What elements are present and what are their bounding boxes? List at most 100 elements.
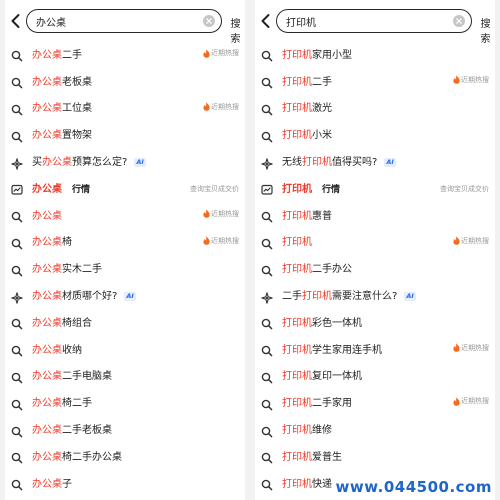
- search-icon: [261, 449, 273, 464]
- suggestion-item[interactable]: 办公桌椅组合: [5, 308, 245, 335]
- suggestion-item[interactable]: 打印机惠普: [255, 201, 495, 228]
- suggestion-keyword: 打印机: [282, 478, 312, 490]
- suggestion-keyword: 办公桌: [32, 130, 62, 142]
- suggestion-item[interactable]: 打印机激光: [255, 94, 495, 121]
- suggestion-item[interactable]: 办公桌椅二手办公桌: [5, 442, 245, 469]
- watermark: www.044500.com: [335, 478, 492, 496]
- suggestion-item[interactable]: 办公桌实木二手: [5, 254, 245, 281]
- search-icon: [11, 208, 23, 223]
- suggestion-item[interactable]: 打印机 行情 查询宝贝成交价: [255, 174, 495, 201]
- search-input[interactable]: [36, 14, 186, 28]
- suggestion-item[interactable]: 打印机学生家用连手机 近期热搜: [255, 335, 495, 362]
- back-arrow-icon[interactable]: [259, 13, 273, 29]
- suggestion-item[interactable]: 办公桌二手 近期热搜: [5, 40, 245, 67]
- suggestion-item[interactable]: 打印机家用小型: [255, 40, 495, 67]
- hot-search-label: 近期热搜: [211, 49, 239, 57]
- suggestion-suffix: 二手: [62, 49, 82, 61]
- suggestion-keyword: 打印机: [282, 371, 312, 383]
- suggestion-keyword: 办公桌: [32, 425, 62, 437]
- suggestion-item[interactable]: 办公桌收纳: [5, 335, 245, 362]
- suggestion-text: 办公桌椅: [32, 233, 72, 248]
- suggestion-keyword: 办公桌: [32, 264, 62, 276]
- search-icon: [261, 47, 273, 62]
- flame-icon: [453, 343, 460, 353]
- suggestion-item[interactable]: 打印机 近期热搜: [255, 228, 495, 255]
- hot-search-label: 近期热搜: [461, 343, 489, 352]
- ai-badge: AI: [404, 292, 416, 302]
- suggestion-keyword: 打印机: [302, 291, 332, 303]
- suggestion-item[interactable]: 打印机彩色一体机: [255, 308, 495, 335]
- suggestion-item[interactable]: 办公桌置物架: [5, 120, 245, 147]
- flame-icon: [453, 397, 460, 406]
- suggestion-item[interactable]: 办公桌椅 近期热搜: [5, 228, 245, 255]
- suggestion-keyword: 打印机: [282, 49, 312, 61]
- suggestion-item[interactable]: 二手打印机需要注意什么? AI: [255, 281, 495, 308]
- clear-icon[interactable]: [203, 15, 215, 27]
- suggestion-keyword: 打印机: [282, 76, 312, 88]
- suggestion-prefix: 买: [32, 157, 42, 169]
- suggestion-prefix: 二手: [282, 291, 302, 303]
- suggestion-text: 办公桌二手电脑桌: [32, 367, 112, 382]
- suggestion-suffix: 快递: [312, 478, 332, 490]
- search-icon: [11, 396, 23, 411]
- suggestion-item[interactable]: 无线打印机值得买吗? AI: [255, 147, 495, 174]
- hot-search-label: 近期热搜: [461, 397, 489, 406]
- suggestion-keyword: 办公桌: [32, 210, 62, 222]
- suggestion-text: 打印机家用小型: [282, 46, 352, 61]
- search-icon: [11, 449, 23, 464]
- suggestion-item[interactable]: 打印机维修: [255, 415, 495, 442]
- suggestion-text: 打印机二手办公: [282, 260, 352, 275]
- clear-icon[interactable]: [453, 15, 465, 27]
- suggestion-keyword: 打印机: [282, 425, 312, 437]
- suggestion-keyword: 办公桌: [32, 291, 62, 303]
- search-box[interactable]: [26, 9, 222, 33]
- suggestion-text: 办公桌二手老板桌: [32, 421, 112, 436]
- suggestion-item[interactable]: 办公桌子: [5, 469, 245, 496]
- suggestion-item[interactable]: 办公桌 行情 查询宝贝成交价: [5, 174, 245, 201]
- suggestion-item[interactable]: 打印机二手家用 近期热搜: [255, 388, 495, 415]
- search-input[interactable]: [286, 14, 436, 28]
- suggestion-list: 办公桌二手 近期热搜 办公桌老板桌 办公桌工位桌 近期热搜 办公桌置物架 买办公桌预算怎么定…: [5, 40, 245, 496]
- market-tag: 行情: [72, 184, 91, 195]
- suggestion-suffix: 需要注意什么?: [332, 291, 398, 303]
- suggestion-keyword: 打印机: [282, 264, 312, 276]
- suggestion-suffix: 二手老板桌: [62, 425, 112, 437]
- suggestion-list: 打印机家用小型 打印机二手 近期热搜 打印机激光 打印机小米 无线打印机值得买吗? AI 打印…: [255, 40, 495, 496]
- ai-badge: AI: [384, 158, 396, 168]
- suggestion-item[interactable]: 办公桌椅二手: [5, 388, 245, 415]
- suggestion-item[interactable]: 打印机二手办公: [255, 254, 495, 281]
- suggestion-item[interactable]: 办公桌工位桌 近期热搜: [5, 94, 245, 121]
- suggestion-item[interactable]: 打印机二手 近期热搜: [255, 67, 495, 94]
- suggestion-text: 打印机学生家用连手机: [282, 341, 382, 356]
- hot-search-label: 近期热搜: [461, 75, 489, 84]
- chart-icon: [261, 181, 273, 195]
- flame-icon: [203, 209, 210, 219]
- suggestion-text: 买办公桌预算怎么定? AI: [32, 153, 146, 168]
- suggestion-item[interactable]: 办公桌二手电脑桌: [5, 362, 245, 389]
- suggestion-text: 办公桌收纳: [32, 341, 82, 356]
- suggestion-item[interactable]: 打印机爱普生: [255, 442, 495, 469]
- hot-search-badge: 近期热搜: [203, 209, 239, 219]
- suggestion-item[interactable]: 打印机小米: [255, 120, 495, 147]
- suggestion-text: 办公桌椅组合: [32, 314, 92, 329]
- suggestion-item[interactable]: 办公桌 近期热搜: [5, 201, 245, 228]
- hot-search-badge: 近期热搜: [453, 236, 489, 246]
- search-icon: [261, 396, 273, 411]
- suggestion-item[interactable]: 办公桌二手老板桌: [5, 415, 245, 442]
- suggestion-keyword: 办公桌: [32, 76, 62, 88]
- suggestion-item[interactable]: 买办公桌预算怎么定? AI: [5, 147, 245, 174]
- ai-sparkle-icon: [261, 289, 273, 304]
- price-query-link[interactable]: 查询宝贝成交价: [190, 184, 239, 194]
- search-box[interactable]: [276, 9, 472, 33]
- hot-search-label: 近期热搜: [461, 236, 489, 245]
- hot-search-badge: 近期热搜: [453, 396, 489, 406]
- back-arrow-icon[interactable]: [9, 13, 23, 29]
- suggestion-item[interactable]: 打印机复印一体机: [255, 362, 495, 389]
- suggestion-item[interactable]: 办公桌材质哪个好? AI: [5, 281, 245, 308]
- suggestion-text: 办公桌工位桌: [32, 99, 92, 114]
- suggestion-item[interactable]: 办公桌老板桌: [5, 67, 245, 94]
- suggestion-suffix: 子: [62, 478, 72, 490]
- search-icon: [261, 235, 273, 250]
- suggestion-suffix: 彩色一体机: [312, 317, 362, 329]
- price-query-link[interactable]: 查询宝贝成交价: [440, 184, 489, 194]
